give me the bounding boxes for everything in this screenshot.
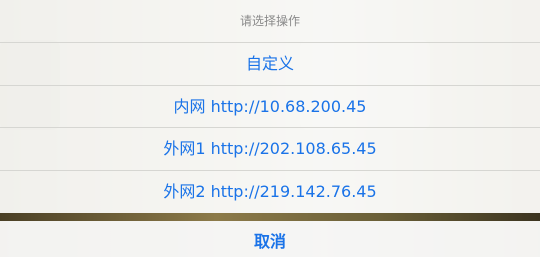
background-strip	[0, 213, 540, 221]
action-sheet: 请选择操作 自定义 内网 http://10.68.200.45 外网1 htt…	[0, 0, 540, 213]
option-extranet-1[interactable]: 外网1 http://202.108.65.45	[0, 128, 540, 171]
option-intranet[interactable]: 内网 http://10.68.200.45	[0, 86, 540, 128]
sheet-title: 请选择操作	[0, 0, 540, 43]
option-custom[interactable]: 自定义	[0, 43, 540, 86]
option-extranet-2[interactable]: 外网2 http://219.142.76.45	[0, 171, 540, 214]
cancel-button[interactable]: 取消	[0, 221, 540, 257]
screen: 请选择操作 自定义 内网 http://10.68.200.45 外网1 htt…	[0, 0, 540, 257]
